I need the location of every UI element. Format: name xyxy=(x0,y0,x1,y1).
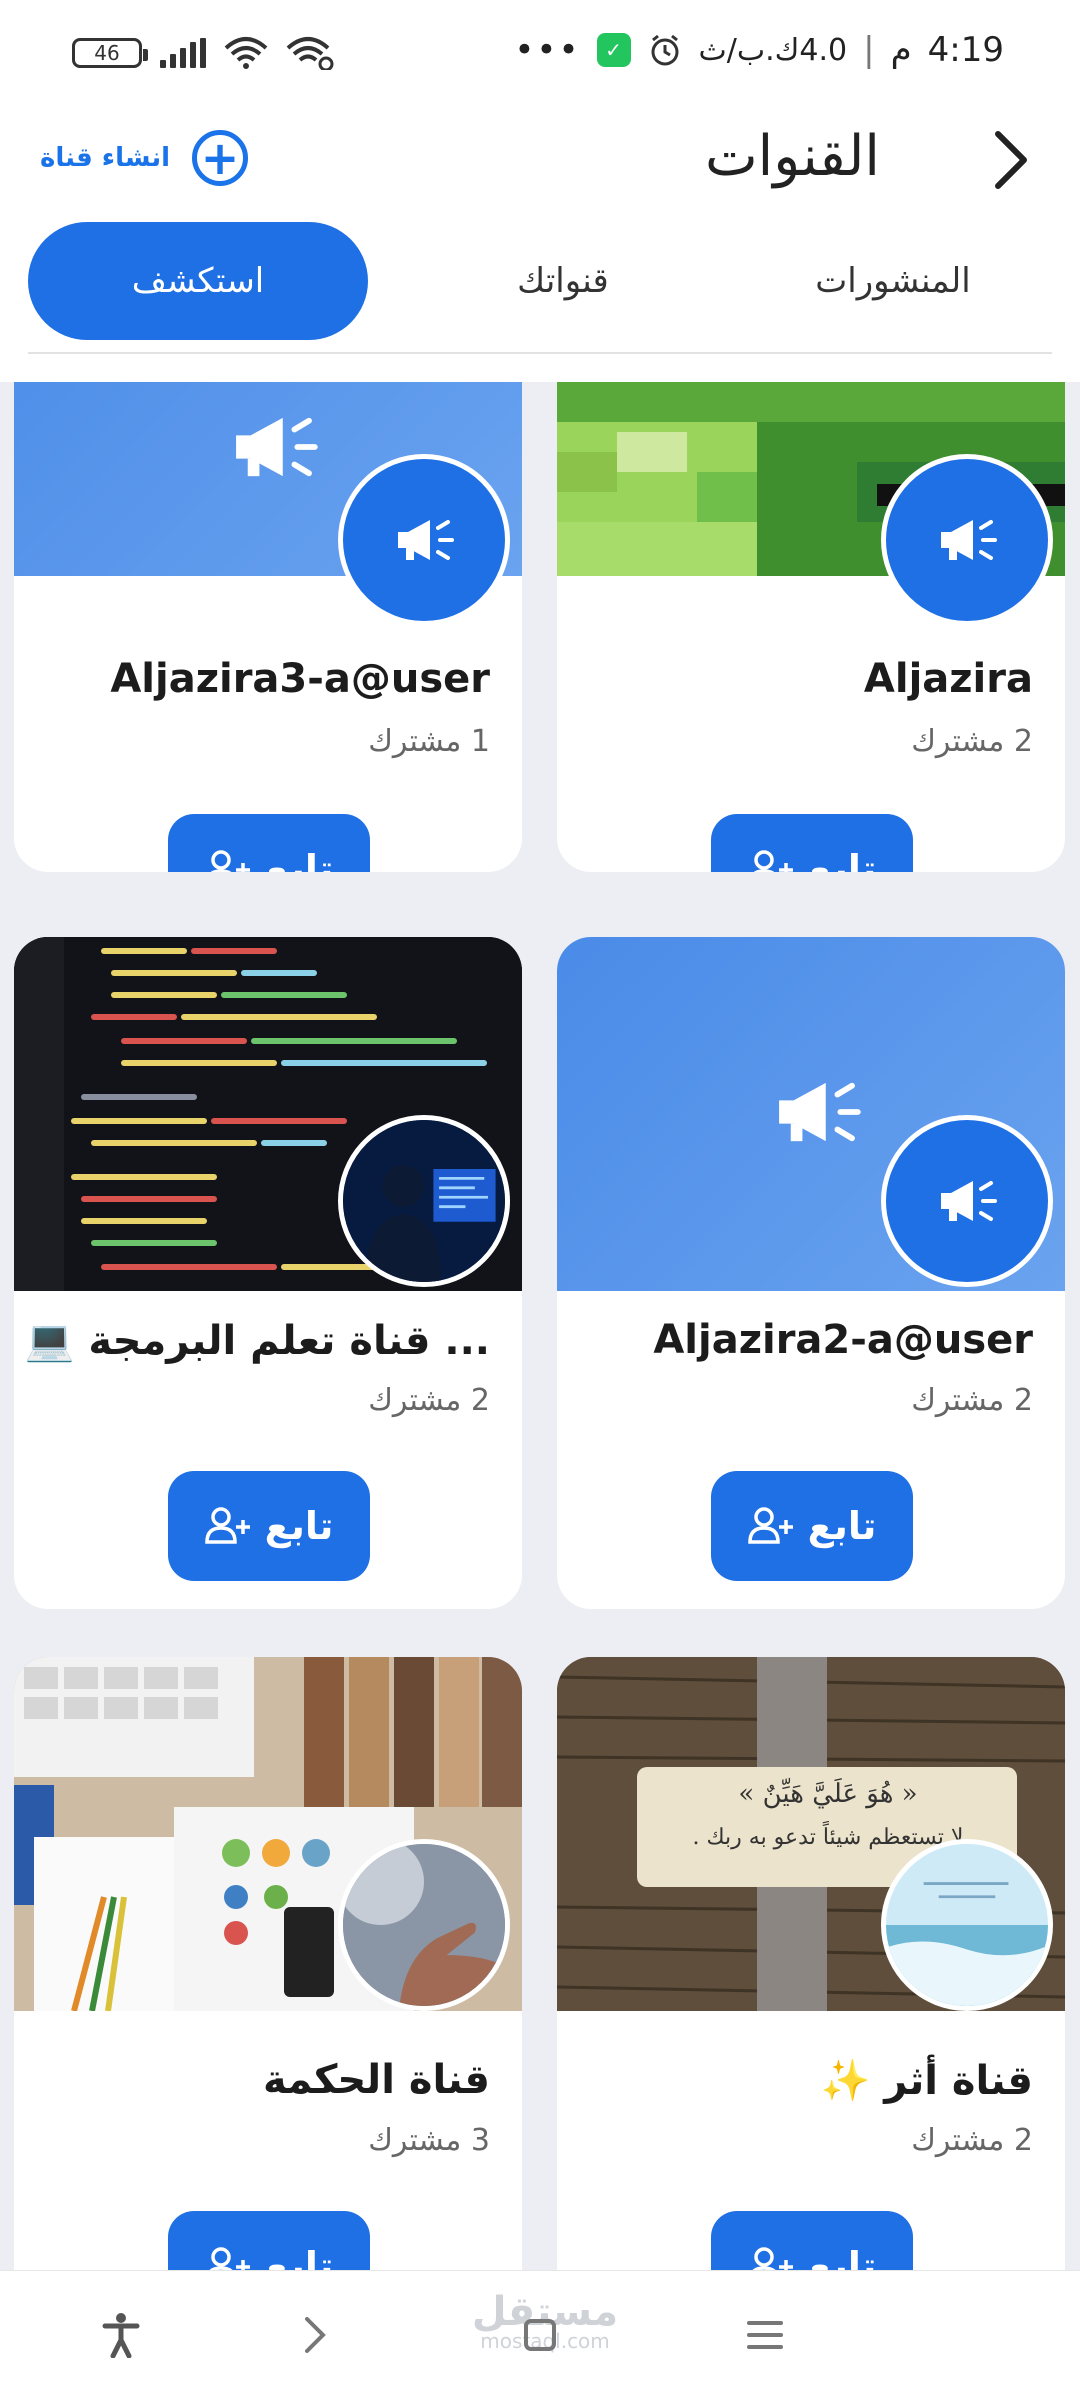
add-user-icon xyxy=(752,2247,793,2270)
tab-your-channels[interactable]: قنواتك xyxy=(418,222,708,340)
follow-label: تابع xyxy=(807,2244,877,2270)
alarm-icon xyxy=(651,34,679,66)
nav-recents-button[interactable] xyxy=(730,2305,800,2365)
channel-subscribers: 2 مشترك xyxy=(911,724,1033,759)
nav-home-button[interactable] xyxy=(505,2305,575,2365)
battery-icon: 46 xyxy=(72,38,148,68)
megaphone-icon xyxy=(236,417,318,477)
home-square-icon xyxy=(524,2319,556,2351)
sea-photo xyxy=(886,1844,1048,2006)
shield-icon: ✓ xyxy=(596,33,631,67)
channel-subscribers: 3 مشترك xyxy=(368,2123,490,2158)
back-button[interactable] xyxy=(970,120,1050,200)
megaphone-icon xyxy=(779,1082,861,1142)
channel-name: Aljazira xyxy=(863,656,1033,702)
channel-avatar xyxy=(881,1115,1053,1287)
channel-avatar xyxy=(338,1115,510,1287)
menu-icon xyxy=(747,2321,783,2349)
app-header: القنوات انشاء قناة + xyxy=(0,110,1080,230)
channel-card-aljazira3[interactable]: Aljazira3-a@user 1 مشترك تابع xyxy=(14,382,522,872)
follow-button[interactable]: تابع xyxy=(168,2211,370,2270)
signal-icon xyxy=(160,38,206,68)
channel-name: 💻 قناة تعلم البرمجة ... xyxy=(24,1318,490,1364)
channel-avatar xyxy=(338,454,510,626)
channel-card-aljazira2[interactable]: Aljazira2-a@user 2 مشترك تابع xyxy=(557,937,1065,1609)
add-user-icon xyxy=(753,850,793,872)
more-notifications-icon: ••• xyxy=(514,30,581,70)
wifi-secondary-icon xyxy=(286,37,334,70)
nav-back-button[interactable] xyxy=(280,2305,350,2365)
wifi-icon xyxy=(224,37,268,69)
status-icons-left: 46 xyxy=(72,36,336,70)
add-user-icon xyxy=(204,1507,250,1544)
follow-button[interactable]: تابع xyxy=(168,814,370,872)
channel-subscribers: 2 مشترك xyxy=(368,1383,490,1418)
status-info-right: 4:19 م | 4.0ك.ب/ث ✓ ••• xyxy=(514,30,1004,70)
tab-bar: المنشورات قنواتك استكشف xyxy=(28,222,1052,354)
channel-name: Aljazira2-a@user xyxy=(653,1317,1033,1363)
add-user-icon xyxy=(210,850,250,872)
status-bar: 46 4:19 م | 4.0ك.ب/ث ✓ ••• xyxy=(0,0,1080,110)
channel-subscribers: 1 مشترك xyxy=(368,724,490,759)
plus-circle-icon: + xyxy=(192,130,248,186)
accessibility-icon xyxy=(102,2313,140,2358)
clock-ampm: م xyxy=(890,30,912,70)
follow-button[interactable]: تابع xyxy=(711,1471,913,1581)
channel-avatar xyxy=(881,454,1053,626)
channel-card-programming[interactable]: 💻 قناة تعلم البرمجة ... 2 مشترك تابع xyxy=(14,937,522,1609)
accessibility-button[interactable] xyxy=(86,2305,156,2365)
channel-avatar xyxy=(881,1839,1053,2011)
book-quote-line1: « هُوَ عَلَيَّ هَيِّنٌ » xyxy=(738,1779,918,1809)
follow-button[interactable]: تابع xyxy=(711,2211,913,2270)
add-user-icon xyxy=(747,1507,793,1544)
network-speed: 4.0ك.ب/ث xyxy=(698,32,848,68)
megaphone-icon xyxy=(398,520,454,560)
chevron-right-icon xyxy=(305,2317,326,2353)
channel-subscribers: 2 مشترك xyxy=(911,2123,1033,2158)
add-user-icon xyxy=(209,2247,250,2270)
channel-grid: Aljazira 2 مشترك تابع Aljazira3-a@user 1… xyxy=(0,382,1080,2270)
channel-name: قناة أثر ✨ xyxy=(820,2058,1033,2104)
system-nav-bar: مستقل mostaql.com xyxy=(0,2270,1080,2400)
channel-card-wisdom[interactable]: قناة الحكمة 3 مشترك تابع xyxy=(14,1657,522,2270)
channel-card-aljazira[interactable]: Aljazira 2 مشترك تابع xyxy=(557,382,1065,872)
tab-posts[interactable]: المنشورات xyxy=(748,222,1038,340)
channel-subscribers: 2 مشترك xyxy=(911,1383,1033,1418)
follow-label: تابع xyxy=(807,1504,877,1548)
create-channel-button[interactable]: انشاء قناة + xyxy=(40,130,248,186)
hand-photo xyxy=(343,1844,505,2006)
channel-name: Aljazira3-a@user xyxy=(110,656,490,702)
chevron-left-icon xyxy=(995,131,1027,189)
follow-label: تابع xyxy=(264,847,334,872)
follow-button[interactable]: تابع xyxy=(711,814,913,872)
follow-button[interactable]: تابع xyxy=(168,1471,370,1581)
follow-label: تابع xyxy=(264,2244,334,2270)
programmer-photo xyxy=(343,1120,505,1282)
channel-avatar xyxy=(338,1839,510,2011)
megaphone-icon xyxy=(941,520,997,560)
follow-label: تابع xyxy=(807,847,877,872)
follow-label: تابع xyxy=(264,1504,334,1548)
channel-card-athar[interactable]: « هُوَ عَلَيَّ هَيِّنٌ » لا تستعظم شيئاً… xyxy=(557,1657,1065,2270)
channel-name: قناة الحكمة xyxy=(263,2057,490,2103)
tab-explore[interactable]: استكشف xyxy=(28,222,368,340)
clock: 4:19 xyxy=(927,30,1004,70)
create-channel-label: انشاء قناة xyxy=(40,143,170,173)
page-title: القنوات xyxy=(704,124,880,189)
megaphone-icon xyxy=(941,1181,997,1221)
battery-level: 46 xyxy=(94,41,120,65)
